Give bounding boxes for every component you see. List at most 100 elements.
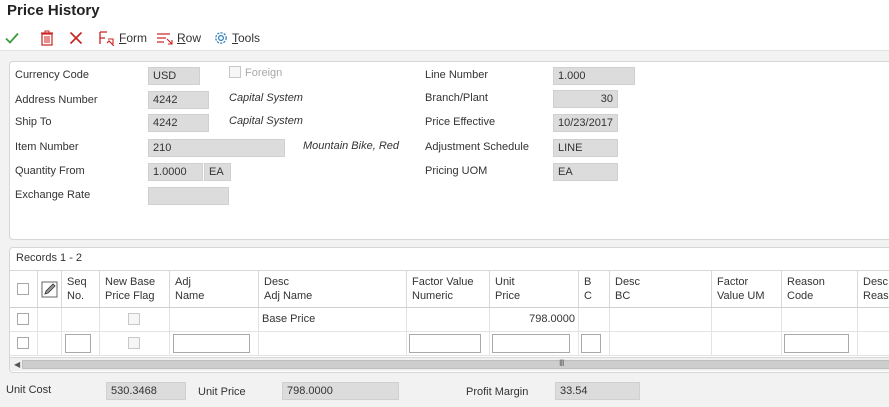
new-base-price-flag-checkbox (128, 337, 140, 349)
price-effective-field: 10/23/2017 (553, 114, 618, 132)
unit-price-cell (490, 332, 579, 356)
unit-cost-label: Unit Cost (6, 384, 52, 396)
scroll-grip: III (559, 358, 564, 368)
delete-button[interactable] (40, 28, 54, 48)
unit-price-input[interactable] (492, 334, 570, 353)
reason-code-input[interactable] (784, 334, 849, 353)
factor-value-cell (407, 308, 490, 332)
adj-name-cell (170, 308, 259, 332)
seq-no-cell (62, 332, 100, 356)
form-exit-icon (99, 31, 115, 46)
seq-no-input[interactable] (65, 334, 91, 353)
ship-to-field: 4242 (148, 114, 209, 132)
tools-menu[interactable]: Tools (213, 28, 260, 48)
tools-menu-label: Tools (232, 31, 261, 45)
reason-code-cell (782, 308, 858, 332)
unit-cost-field: 530.3468 (106, 382, 186, 400)
bc-input[interactable] (581, 334, 601, 353)
address-number-label: Address Number (15, 94, 98, 106)
col-desc-reason[interactable]: Desc Reason (858, 270, 889, 308)
pricing-uom-field: EA (553, 163, 618, 181)
adj-name-input[interactable] (173, 334, 250, 353)
col-adj-name[interactable]: Adj Name (170, 270, 259, 308)
page-title: Price History (7, 2, 100, 19)
ship-to-label: Ship To (15, 116, 52, 128)
profit-margin-label: Profit Margin (466, 386, 529, 398)
foreign-label: Foreign (245, 67, 283, 79)
quantity-uom-field: EA (204, 163, 231, 181)
col-desc-adj-name[interactable]: Desc Adj Name (259, 270, 407, 308)
bc-cell (579, 332, 610, 356)
scrollbar-thumb[interactable]: III (22, 358, 889, 369)
exchange-rate-label: Exchange Rate (15, 189, 91, 201)
row-icon-cell (38, 308, 62, 332)
adjustment-schedule-label: Adjustment Schedule (425, 141, 529, 153)
col-factor-value-um[interactable]: Factor Value UM (712, 270, 782, 308)
title-bar: Price History (0, 0, 889, 24)
col-new-base-price-flag[interactable]: New Base Price Flag (100, 270, 170, 308)
line-number-label: Line Number (425, 69, 488, 81)
factor-value-cell (407, 332, 490, 356)
col-seq-no[interactable]: Seq No. (62, 270, 100, 308)
factor-value-um-cell (712, 308, 782, 332)
currency-code-field: USD (148, 67, 200, 85)
factor-value-um-cell (712, 332, 782, 356)
form-menu-label: Form (119, 31, 148, 45)
factor-value-numeric-input[interactable] (409, 334, 481, 353)
quantity-from-label: Quantity From (15, 165, 85, 177)
ok-button[interactable] (4, 28, 20, 48)
item-number-label: Item Number (15, 141, 79, 153)
trash-icon (41, 30, 53, 46)
col-factor-value-numeric[interactable]: Factor Value Numeric (407, 270, 490, 308)
price-adjustments-grid: Records 1 - 2 Seq No. New Base Price Fla… (9, 247, 889, 373)
desc-reason-cell (858, 332, 889, 356)
col-unit-price[interactable]: Unit Price (490, 270, 579, 308)
col-desc-bc[interactable]: Desc BC (610, 270, 712, 308)
address-number-desc: Capital System (229, 92, 303, 104)
desc-adj-name-cell: Base Price (259, 308, 407, 332)
horizontal-scrollbar[interactable]: ◀ III (10, 357, 889, 371)
row-select-checkbox[interactable] (17, 313, 29, 325)
table-row (10, 332, 38, 356)
header-form-panel: Currency Code USD Foreign Address Number… (9, 61, 889, 240)
close-icon (69, 31, 83, 45)
profit-margin-field: 33.54 (555, 382, 640, 400)
line-number-field: 1.000 (553, 67, 635, 85)
desc-bc-cell (610, 332, 712, 356)
header-select-all (10, 270, 38, 308)
new-base-flag-cell (100, 332, 170, 356)
header-row-icon (38, 270, 62, 308)
desc-bc-cell (610, 308, 712, 332)
records-count: Records 1 - 2 (16, 252, 83, 264)
gear-icon (215, 32, 227, 44)
scroll-left-icon[interactable]: ◀ (14, 360, 20, 369)
row-menu[interactable]: Row (156, 28, 201, 48)
address-number-field: 4242 (148, 91, 209, 109)
exchange-rate-field (148, 187, 229, 205)
pricing-uom-label: Pricing UOM (425, 165, 488, 177)
row-icon-cell (38, 332, 62, 356)
item-number-field: 210 (148, 139, 285, 157)
price-effective-label: Price Effective (425, 116, 496, 128)
col-reason-code[interactable]: Reason Code (782, 270, 858, 308)
adj-name-cell (170, 332, 259, 356)
branch-plant-field: 30 (553, 90, 618, 108)
quantity-from-field: 1.0000 (148, 163, 203, 181)
seq-no-cell (62, 308, 100, 332)
bc-cell (579, 308, 610, 332)
new-base-price-flag-checkbox (128, 313, 140, 325)
row-edit-icon[interactable] (41, 281, 58, 298)
foreign-checkbox (229, 66, 241, 78)
desc-adj-name-cell (259, 332, 407, 356)
unit-price-cell: 798.0000 (490, 308, 579, 332)
row-select-checkbox[interactable] (17, 337, 29, 349)
reason-code-cell (782, 332, 858, 356)
col-bc[interactable]: B C (579, 270, 610, 308)
table-row (10, 308, 38, 332)
form-menu[interactable]: Form (98, 28, 147, 48)
cancel-button[interactable] (69, 28, 83, 48)
select-all-checkbox[interactable] (17, 283, 29, 295)
adjustment-schedule-field: LINE (553, 139, 618, 157)
new-base-flag-cell (100, 308, 170, 332)
row-menu-label: Row (177, 31, 202, 45)
